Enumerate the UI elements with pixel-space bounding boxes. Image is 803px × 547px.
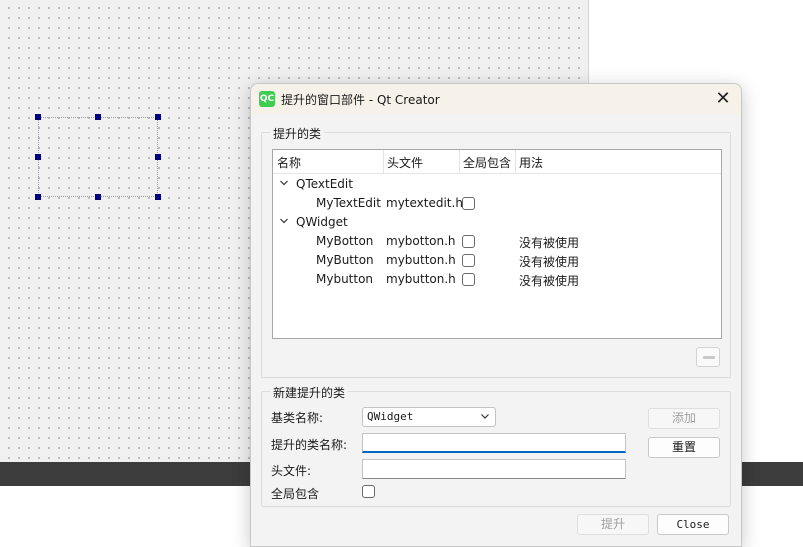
reset-button[interactable]: 重置 [648, 437, 720, 458]
base-class-value: QWidget [367, 410, 414, 423]
tree-row[interactable]: Mybutton mybutton.h 没有被使用 [273, 270, 721, 289]
header-file: mybutton.h [386, 272, 456, 286]
group-title: 提升的类 [270, 125, 325, 142]
usage-text: 没有被使用 [519, 274, 580, 288]
base-class-combo[interactable]: QWidget [362, 407, 496, 427]
base-class-label: 基类名称: [271, 411, 324, 425]
header-file-label: 头文件: [271, 464, 312, 478]
resize-handle[interactable] [155, 154, 161, 160]
qt-creator-icon: QC [259, 91, 275, 107]
class-name: Mybutton [316, 272, 374, 286]
tree-group-label: QTextEdit [296, 177, 353, 191]
tree-group-row[interactable]: QWidget [273, 213, 721, 232]
tree-row[interactable]: MyButton mybutton.h 没有被使用 [273, 251, 721, 270]
global-include-checkbox[interactable] [462, 254, 475, 267]
header-file-input[interactable] [362, 459, 626, 479]
header-file: mytextedit.h [386, 196, 463, 210]
resize-handle[interactable] [155, 114, 161, 120]
column-header-name[interactable]: 名称 [277, 154, 301, 171]
chevron-down-icon[interactable] [279, 216, 289, 226]
resize-handle[interactable] [155, 194, 161, 200]
global-include-checkbox[interactable] [362, 485, 375, 498]
resize-handle[interactable] [35, 154, 41, 160]
tree-row[interactable]: MyTextEdit mytextedit.h [273, 194, 721, 213]
global-include-checkbox[interactable] [462, 197, 475, 210]
tree-header: 名称 头文件 全局包含 用法 [273, 150, 721, 174]
class-name: MyBotton [316, 234, 374, 248]
title-bar[interactable]: QC 提升的窗口部件 - Qt Creator ✕ [251, 84, 741, 114]
class-name: MyButton [316, 253, 374, 267]
column-header-usage[interactable]: 用法 [519, 154, 543, 171]
close-icon[interactable]: ✕ [711, 87, 735, 111]
promote-button[interactable]: 提升 [577, 514, 649, 535]
dialog-title: 提升的窗口部件 - Qt Creator [281, 93, 440, 107]
global-include-checkbox[interactable] [462, 273, 475, 286]
promoted-classes-tree[interactable]: 名称 头文件 全局包含 用法 QTextEdit MyTextEdit myte… [272, 149, 722, 339]
tree-row[interactable]: MyBotton mybotton.h 没有被使用 [273, 232, 721, 251]
usage-text: 没有被使用 [519, 255, 580, 269]
resize-handle[interactable] [95, 114, 101, 120]
column-header-header-file[interactable]: 头文件 [387, 154, 423, 171]
global-include-checkbox[interactable] [462, 235, 475, 248]
class-name-label: 提升的类名称: [271, 438, 348, 452]
tree-group-label: QWidget [296, 215, 348, 229]
tree-group-row[interactable]: QTextEdit [273, 175, 721, 194]
resize-handle[interactable] [35, 114, 41, 120]
global-include-label: 全局包含 [271, 487, 320, 501]
resize-handle[interactable] [95, 194, 101, 200]
group-title: 新建提升的类 [270, 384, 349, 401]
class-name: MyTextEdit [316, 196, 381, 210]
add-button[interactable]: 添加 [648, 408, 720, 429]
promoted-classes-group: 提升的类 名称 头文件 全局包含 用法 QTextEdit MyTextEdit… [261, 125, 731, 378]
usage-text: 没有被使用 [519, 236, 580, 250]
promoted-widgets-dialog: QC 提升的窗口部件 - Qt Creator ✕ 提升的类 名称 头文件 全局… [250, 83, 742, 547]
chevron-down-icon [481, 414, 489, 419]
selection-box [38, 117, 158, 197]
column-header-global[interactable]: 全局包含 [463, 154, 511, 171]
remove-class-button[interactable] [696, 347, 720, 367]
chevron-down-icon[interactable] [279, 178, 289, 188]
resize-handle[interactable] [35, 194, 41, 200]
close-button[interactable]: Close [657, 514, 729, 535]
header-file: mybutton.h [386, 253, 456, 267]
header-file: mybotton.h [386, 234, 456, 248]
new-promoted-class-group: 新建提升的类 基类名称: QWidget 提升的类名称: 头文件: 全局包含 添… [261, 384, 731, 507]
class-name-input[interactable] [362, 433, 626, 453]
